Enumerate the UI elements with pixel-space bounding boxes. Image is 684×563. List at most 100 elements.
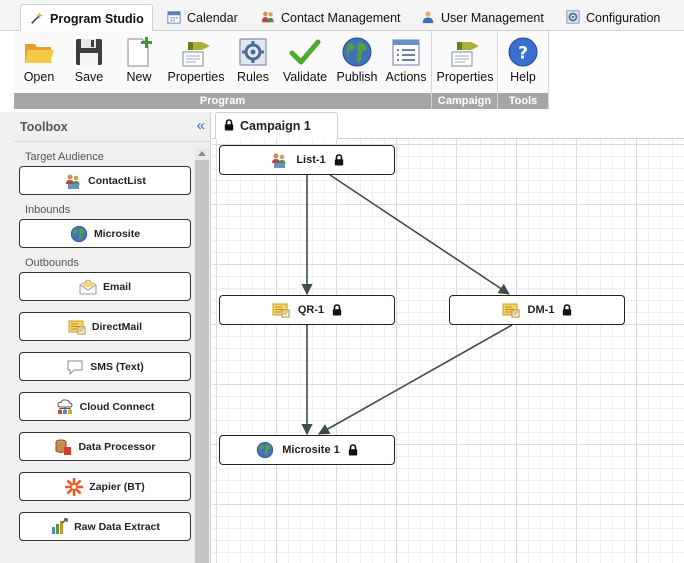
actions-button[interactable]: Actions (384, 33, 428, 91)
contact-list-icon (270, 151, 288, 169)
tool-label: Cloud Connect (79, 400, 155, 413)
tool-label: Microsite (93, 227, 141, 240)
calendar-icon (166, 10, 182, 24)
ribbon-group-campaign: Properties Campaign (432, 31, 498, 109)
lock-icon (562, 304, 572, 316)
tab-label: Program Studio (50, 12, 144, 26)
edge-list1-dm1 (329, 174, 510, 295)
lock-icon (224, 119, 234, 131)
publish-label: Publish (336, 70, 378, 84)
campaign-properties-button[interactable]: Properties (435, 33, 495, 91)
node-label: DM-1 (527, 304, 555, 316)
section-inbounds: Inbounds (25, 204, 71, 216)
checkmark-icon (289, 36, 321, 68)
tab-label: User Management (441, 11, 544, 25)
tool-label: Email (102, 280, 131, 293)
program-properties-button[interactable]: Properties (166, 33, 226, 91)
globe-icon (341, 36, 373, 68)
tab-calendar[interactable]: Calendar (158, 4, 246, 31)
tool-data-processor[interactable]: Data Processor (19, 432, 191, 461)
help-button[interactable]: Help (503, 33, 543, 91)
new-button[interactable]: New (119, 33, 159, 91)
canvas-tab-bar: Campaign 1 (212, 112, 684, 139)
direct-mail-icon (68, 318, 86, 336)
scroll-up-arrow-icon[interactable] (195, 148, 209, 160)
tool-directmail[interactable]: DirectMail (19, 312, 191, 341)
properties-icon (449, 36, 481, 68)
ribbon-group-program: Open Save New Properties Rules Validate … (14, 31, 432, 109)
section-target-audience: Target Audience (25, 151, 104, 163)
actions-list-icon (390, 36, 422, 68)
module-tab-bar: Program Studio Calendar Contact Manageme… (0, 0, 684, 32)
tab-label: Contact Management (281, 11, 401, 25)
toolbox-title: Toolbox (20, 120, 68, 134)
rules-label: Rules (237, 70, 269, 84)
node-label: Microsite 1 (282, 444, 340, 456)
tool-raw-data-extract[interactable]: Raw Data Extract (19, 512, 191, 541)
node-qr-1[interactable]: QR-1 (219, 295, 395, 325)
new-label: New (126, 70, 152, 84)
tool-label: Data Processor (78, 440, 156, 453)
people-icon (260, 10, 276, 24)
properties-label: Properties (167, 70, 225, 84)
tool-label: Raw Data Extract (74, 520, 160, 533)
ribbon-group-tools: Help Tools (498, 31, 549, 109)
validate-label: Validate (282, 70, 328, 84)
tool-label: SMS (Text) (90, 360, 144, 373)
toolbox-panel: Toolbox « Target Audience ContactList In… (14, 112, 211, 563)
flow-connectors (301, 174, 513, 436)
left-margin (0, 112, 14, 563)
properties-icon (180, 36, 212, 68)
tool-contactlist[interactable]: ContactList (19, 166, 191, 195)
open-button[interactable]: Open (18, 33, 60, 91)
help-icon (507, 36, 539, 68)
tab-program-studio[interactable]: Program Studio (20, 4, 153, 32)
validate-button[interactable]: Validate (280, 33, 330, 91)
node-dm-1[interactable]: DM-1 (449, 295, 625, 325)
speech-bubble-icon (66, 358, 84, 376)
node-label: List-1 (296, 154, 326, 166)
collapse-toolbox-icon[interactable]: « (197, 117, 205, 134)
rules-icon (237, 36, 269, 68)
ribbon-group-label: Tools (498, 93, 548, 109)
tool-cloud-connect[interactable]: Cloud Connect (19, 392, 191, 421)
tab-label: Calendar (187, 11, 238, 25)
direct-mail-icon (502, 301, 520, 319)
tab-label: Configuration (586, 11, 661, 25)
tool-label: Zapier (BT) (89, 480, 145, 493)
lock-icon (332, 304, 342, 316)
direct-mail-icon (272, 301, 290, 319)
ribbon-group-label: Program (14, 93, 431, 109)
wand-icon (29, 11, 45, 25)
save-label: Save (74, 70, 104, 84)
envelope-icon (79, 278, 97, 296)
tool-zapier[interactable]: Zapier (BT) (19, 472, 191, 501)
tab-campaign-1[interactable]: Campaign 1 (215, 112, 338, 139)
toolbox-scrollbar[interactable] (195, 148, 209, 563)
tool-label: DirectMail (91, 320, 143, 333)
lock-icon (334, 154, 344, 166)
actions-label: Actions (385, 70, 427, 84)
tab-contact-management[interactable]: Contact Management (252, 4, 409, 31)
tool-label: ContactList (88, 174, 146, 187)
ribbon-toolbar: Open Save New Properties Rules Validate … (14, 31, 549, 109)
node-label: QR-1 (297, 304, 325, 316)
publish-button[interactable]: Publish (335, 33, 379, 91)
tool-sms[interactable]: SMS (Text) (19, 352, 191, 381)
ribbon-group-label: Campaign (432, 93, 497, 109)
globe-icon (70, 225, 88, 243)
floppy-disk-icon (73, 36, 105, 68)
data-extract-icon (50, 518, 68, 536)
node-list-1[interactable]: List-1 (219, 145, 395, 175)
rules-button[interactable]: Rules (234, 33, 272, 91)
tool-microsite[interactable]: Microsite (19, 219, 191, 248)
node-microsite-1[interactable]: Microsite 1 (219, 435, 395, 465)
help-label: Help (510, 70, 536, 84)
tab-configuration[interactable]: Configuration (557, 4, 668, 31)
globe-icon (256, 441, 274, 459)
toolbox-header: Toolbox « (14, 112, 211, 142)
save-button[interactable]: Save (69, 33, 109, 91)
campaign-canvas[interactable]: List-1 QR-1 DM-1 Microsite 1 (212, 139, 684, 563)
tool-email[interactable]: Email (19, 272, 191, 301)
tab-user-management[interactable]: User Management (412, 4, 552, 31)
